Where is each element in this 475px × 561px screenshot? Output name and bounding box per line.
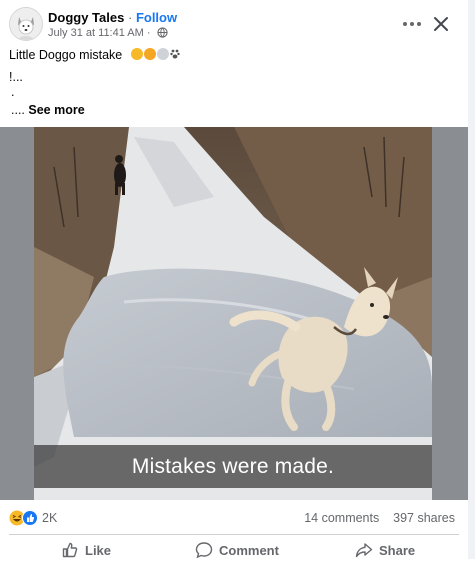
reaction-count[interactable]: 2K: [42, 511, 57, 525]
reaction-summary[interactable]: 2K: [9, 508, 57, 528]
post-timestamp[interactable]: July 31 at 11:41 AM: [48, 27, 144, 39]
caption-text: Little Doggo mistake: [9, 48, 123, 62]
see-more-link[interactable]: See more: [28, 103, 84, 117]
post-card: Doggy Tales · Follow July 31 at 11:41 AM…: [0, 0, 468, 559]
comment-bubble-icon: [195, 542, 213, 559]
close-icon: [434, 17, 448, 31]
image-subtitle: Mistakes were made.: [131, 455, 335, 478]
actions-divider: [9, 534, 459, 535]
like-button[interactable]: Like: [61, 539, 111, 561]
tears-of-joy-emoji-icon: [130, 48, 143, 60]
post-media[interactable]: Mistakes were made.: [0, 127, 468, 500]
rofl-emoji-icon: [143, 48, 156, 60]
post-photo[interactable]: Mistakes were made.: [34, 127, 432, 500]
paw-prints-emoji-icon: [170, 49, 180, 59]
comment-button[interactable]: Comment: [195, 539, 279, 561]
meta-separator: ·: [146, 27, 151, 39]
follow-button[interactable]: Follow: [136, 10, 177, 25]
dog-face-emoji-icon: [156, 48, 169, 60]
more-options-button[interactable]: [398, 13, 426, 35]
page-background-edge: [468, 0, 475, 559]
caption-line-2: !...: [9, 70, 23, 84]
share-arrow-icon: [355, 543, 373, 558]
caption-line-1: Little Doggo mistake: [9, 48, 181, 62]
caption-line-4: .... See more: [11, 103, 85, 117]
see-more-prefix: ....: [11, 103, 25, 117]
like-reaction-icon: [22, 510, 38, 526]
more-dot-icon: [417, 22, 421, 26]
caption-line-3: .: [11, 85, 15, 99]
comment-label: Comment: [219, 542, 279, 558]
more-dot-icon: [403, 22, 407, 26]
page-avatar[interactable]: [9, 7, 43, 41]
thumbs-up-icon: [62, 542, 78, 558]
more-dot-icon: [410, 22, 414, 26]
page-name-link[interactable]: Doggy Tales: [48, 10, 124, 25]
share-button[interactable]: Share: [355, 539, 415, 561]
post-author-row: Doggy Tales · Follow: [48, 10, 177, 25]
comments-count[interactable]: 14 comments: [304, 511, 379, 525]
like-label: Like: [85, 542, 112, 558]
shares-count[interactable]: 397 shares: [393, 511, 455, 525]
dog-avatar-icon: [10, 8, 42, 40]
post-meta: July 31 at 11:41 AM ·: [48, 27, 168, 41]
share-label: Share: [379, 542, 416, 558]
close-button[interactable]: [430, 13, 452, 35]
name-separator: ·: [127, 10, 133, 25]
globe-icon: [156, 27, 168, 41]
engagement-counts: 14 comments 397 shares: [304, 511, 455, 525]
